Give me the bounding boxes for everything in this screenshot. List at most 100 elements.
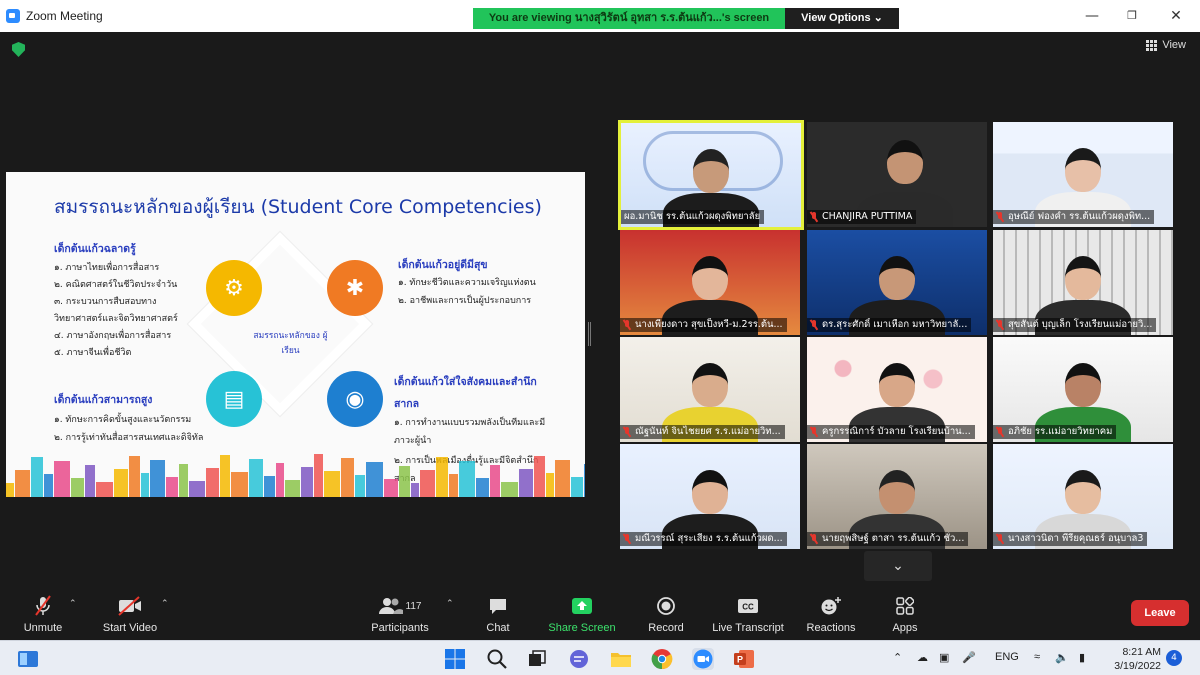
view-options-button[interactable]: View Options ⌄ (785, 8, 899, 29)
skyline-building (220, 455, 230, 497)
participant-name-tag: อุษณีย์ ฟองคำ รร.ต้นแก้วผดุงพิท... (993, 210, 1155, 224)
audio-options-chevron-icon[interactable]: ⌃ (69, 599, 77, 609)
widgets-icon[interactable] (17, 648, 39, 670)
task-view-icon[interactable] (526, 648, 548, 670)
notification-badge[interactable]: 4 (1166, 650, 1182, 666)
participant-name: สุขสันต์ บุญเล็ก โรงเรียนแม่อายวิ... (1008, 319, 1153, 330)
skyline-building (166, 477, 178, 497)
skyline-building (15, 470, 30, 497)
mic-muted-icon (623, 534, 631, 544)
participant-face (887, 140, 923, 184)
section-item: ๒. อาชีพและการเป็นผู้ประกอบการ (398, 296, 532, 306)
participants-label: Participants (371, 622, 429, 634)
participants-chevron-icon[interactable]: ⌃ (446, 599, 454, 609)
diagram-center-label: สมรรถนะหลักของ ผู้เรียน (253, 331, 328, 356)
section-title: เด็กต้นแก้วฉลาดรู้ (54, 243, 136, 255)
gallery-scroll-down-button[interactable]: ⌄ (864, 551, 932, 581)
participant-tile[interactable]: นางเพียงดาว สุขเป็งหวี-ม.2รร.ต้น... (620, 230, 800, 335)
window-titlebar: Zoom Meeting You are viewing นางสุวิรัตน… (0, 0, 1200, 32)
microphone-icon[interactable]: 🎤 (962, 651, 976, 664)
participant-name: นายฤพสิษฐ์ ตาสา รร.ต้นแก้ว ชั่ว... (822, 533, 965, 544)
participant-name-tag: นางเพียงดาว สุขเป็งหวี-ม.2รร.ต้น... (620, 318, 787, 332)
close-icon[interactable]: ✕ (1168, 8, 1184, 24)
participant-name: ผอ.มานิช รร.ต้นแก้วผดุงพิทยาลัย (624, 211, 761, 222)
chrome-icon[interactable] (651, 648, 673, 670)
show-hidden-icons-chevron-icon[interactable]: ⌃ (893, 651, 902, 664)
participant-name-tag: นายฤพสิษฐ์ ตาสา รร.ต้นแก้ว ชั่ว... (807, 532, 969, 546)
shared-screen-slide: สมรรถนะหลักของผู้เรียน (Student Core Com… (6, 172, 585, 497)
file-explorer-icon[interactable] (610, 648, 632, 670)
battery-icon[interactable]: ▮ (1079, 651, 1085, 664)
smiley-add-icon (804, 595, 858, 617)
participant-tile[interactable]: ณัฐนันท์ จินไชยยศ ร.ร.แม่อายวิท... (620, 337, 800, 442)
tray-app-icon[interactable]: ▣ (939, 651, 949, 664)
participant-tile[interactable]: ดร.สุระศักดิ์ เมาเหือก มหาวิทยาลั... (807, 230, 987, 335)
apps-label: Apps (892, 622, 918, 634)
participant-name-tag: มณีวรรณ์ สุระเสียง ร.ร.ต้นแก้วผด... (620, 532, 787, 546)
zoom-taskbar-icon[interactable] (692, 648, 714, 670)
reactions-button[interactable]: Reactions (804, 595, 858, 634)
meeting-toolbar: Unmute ⌃ Start Video ⌃ 117 Participants … (0, 587, 1200, 640)
participant-tile[interactable]: อุษณีย์ ฟองคำ รร.ต้นแก้วผดุงพิท... (993, 122, 1173, 227)
skyline-building (399, 466, 410, 497)
skyline-building (71, 478, 84, 497)
participant-tile[interactable]: นางสาวนิดา พีรียคุณธร์ อนุบาล3 (993, 444, 1173, 549)
video-options-chevron-icon[interactable]: ⌃ (161, 599, 169, 609)
participant-face (879, 470, 915, 514)
chat-button[interactable]: Chat (481, 595, 515, 634)
mic-muted-icon (623, 427, 631, 437)
powerpoint-icon[interactable]: P (733, 648, 755, 670)
participant-tile[interactable]: มณีวรรณ์ สุระเสียง ร.ร.ต้นแก้วผด... (620, 444, 800, 549)
participant-tile[interactable]: ครูกรรณิการ์ บัวลาย โรงเรียนบ้าน... (807, 337, 987, 442)
participant-name-tag: ครูกรรณิการ์ บัวลาย โรงเรียนบ้าน... (807, 425, 975, 439)
mic-muted-icon (810, 427, 818, 437)
participants-button[interactable]: 117 Participants (368, 595, 432, 634)
apps-button[interactable]: Apps (888, 595, 922, 634)
view-button[interactable]: View (1146, 39, 1186, 51)
share-screen-button[interactable]: Share Screen (546, 595, 618, 634)
participant-tile[interactable]: อภิชัย รร.แม่อายวิทยาคม (993, 337, 1173, 442)
section-item: ภาวะผู้นำ (394, 436, 432, 446)
section-title: เด็กต้นแก้วอยู่ดีมีสุข (398, 259, 488, 271)
minimize-icon[interactable]: — (1084, 8, 1100, 24)
window-title: Zoom Meeting (26, 9, 103, 23)
city-skyline-decoration (6, 454, 585, 497)
live-transcript-button[interactable]: CC Live Transcript (709, 595, 787, 634)
participant-name: อุษณีย์ ฟองคำ รร.ต้นแก้วผดุงพิท... (1008, 211, 1151, 222)
teams-chat-icon[interactable] (568, 648, 590, 670)
search-icon[interactable] (486, 648, 508, 670)
panel-resize-handle[interactable] (588, 322, 591, 346)
section-item: ๔. ภาษาอังกฤษเพื่อการสื่อสาร (54, 331, 172, 341)
video-off-icon (99, 595, 161, 617)
skyline-building (501, 482, 518, 497)
language-indicator[interactable]: ENG (995, 651, 1019, 663)
skyline-building (534, 456, 545, 497)
participant-tile[interactable]: CHANJIRA PUTTIMA (807, 122, 987, 227)
taskbar-clock[interactable]: 8:21 AM 3/19/2022 (1107, 645, 1161, 673)
onedrive-icon[interactable]: ☁ (917, 651, 928, 664)
view-button-label: View (1162, 39, 1186, 51)
record-button[interactable]: Record (646, 595, 686, 634)
skyline-building (411, 483, 419, 497)
chat-label: Chat (486, 622, 510, 634)
restore-icon[interactable]: ❐ (1124, 8, 1140, 24)
participant-face (692, 256, 728, 300)
skyline-building (114, 469, 128, 497)
start-video-button[interactable]: Start Video (99, 595, 161, 634)
skyline-building (476, 478, 489, 497)
leave-button[interactable]: Leave (1131, 600, 1189, 626)
participant-name-tag: อภิชัย รร.แม่อายวิทยาคม (993, 425, 1117, 439)
start-icon[interactable] (444, 648, 466, 670)
participant-face (879, 256, 915, 300)
skyline-building (44, 474, 53, 497)
encryption-shield-icon[interactable] (12, 42, 25, 57)
puzzle-icon: ✱ (327, 260, 383, 316)
participant-tile[interactable]: สุขสันต์ บุญเล็ก โรงเรียนแม่อายวิ... (993, 230, 1173, 335)
participant-tile[interactable]: ผอ.มานิช รร.ต้นแก้วผดุงพิทยาลัย (618, 120, 804, 230)
wifi-icon[interactable]: ≈ (1034, 651, 1040, 663)
screen-share-banner: You are viewing นางสุวิรัตน์ อุทสา ร.ร.ต… (473, 8, 899, 29)
participant-tile[interactable]: นายฤพสิษฐ์ ตาสา รร.ต้นแก้ว ชั่ว... (807, 444, 987, 549)
volume-icon[interactable]: 🔈 (1055, 651, 1069, 664)
unmute-button[interactable]: Unmute (20, 595, 66, 634)
skyline-building (490, 465, 500, 497)
